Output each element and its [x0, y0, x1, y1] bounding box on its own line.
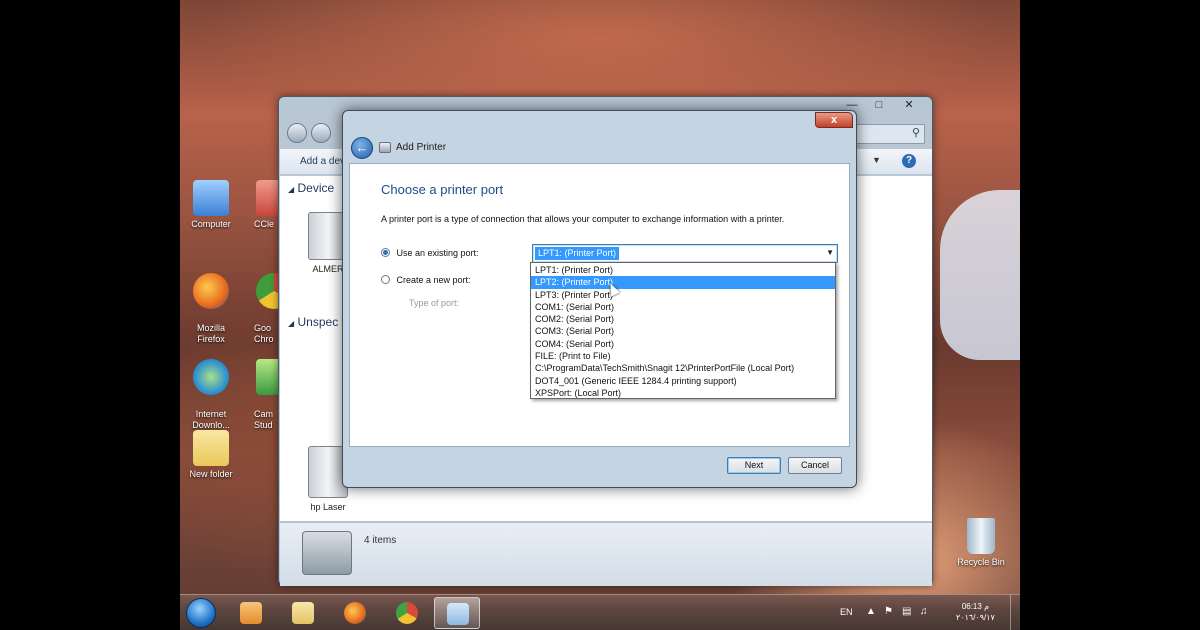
- chrome-icon: [396, 602, 418, 624]
- dialog-footer: Next Cancel: [349, 447, 850, 483]
- volume-icon[interactable]: ♫: [920, 606, 928, 617]
- desktop-icon-label: New folder: [189, 469, 233, 479]
- desktop-icon-internet-download-manager[interactable]: Internet Downlo...: [180, 348, 246, 431]
- internet-download-manager-icon: [193, 359, 229, 395]
- desktop-icon-label: Internet Downlo...: [192, 409, 230, 430]
- view-options-chevron-down-icon[interactable]: ▼: [872, 155, 881, 165]
- desktop-icon-new-folder[interactable]: New folder: [180, 430, 246, 480]
- desktop-icon-label: CCle: [254, 219, 275, 229]
- start-button[interactable]: [186, 598, 216, 628]
- dialog-title: Add Printer: [396, 142, 447, 153]
- device-label: ALMER: [312, 264, 344, 274]
- port-option[interactable]: LPT1: (Printer Port): [531, 264, 835, 276]
- devices-and-printers-icon: [447, 603, 469, 625]
- use-existing-port-option[interactable]: Use an existing port:: [381, 248, 479, 258]
- taskbar-button[interactable]: [332, 597, 378, 629]
- port-dropdown-list[interactable]: LPT1: (Printer Port) LPT2: (Printer Port)…: [530, 262, 836, 399]
- type-of-port-label: Type of port:: [409, 298, 460, 308]
- back-arrow-icon[interactable]: ←: [351, 137, 373, 159]
- desktop-icon-label: Recycle Bin: [957, 557, 1005, 567]
- recycle-bin-icon: [967, 518, 995, 554]
- close-button[interactable]: ✕: [899, 97, 919, 113]
- action-center-flag-icon[interactable]: ⚑: [884, 606, 893, 617]
- page-title: Choose a printer port: [381, 182, 504, 197]
- cancel-button[interactable]: Cancel: [788, 457, 842, 474]
- firefox-icon: [344, 602, 366, 624]
- devices-and-printers-icon: [302, 531, 352, 575]
- show-hidden-icons-chevron-up-icon[interactable]: ▲: [866, 606, 876, 617]
- wallpaper-sky: [940, 190, 1020, 360]
- next-button[interactable]: Next: [727, 457, 781, 474]
- show-desktop-button[interactable]: [1010, 595, 1020, 630]
- taskbar-button[interactable]: [280, 597, 326, 629]
- desktop-icon-recycle-bin[interactable]: Recycle Bin: [946, 518, 1016, 568]
- clock[interactable]: 06:13 م ٢٠١٦/٠٩/١٧: [956, 601, 995, 623]
- section-header-label: Device: [297, 181, 335, 195]
- details-pane: [855, 181, 915, 421]
- taskbar: EN ▲ ⚑ ▤ ♫ 06:13 م ٢٠١٦/٠٩/١٧: [180, 594, 1020, 630]
- printer-icon: [379, 142, 391, 153]
- section-header-label: Unspec: [297, 315, 339, 329]
- firefox-icon: [193, 273, 229, 309]
- page-description: A printer port is a type of connection t…: [381, 214, 785, 224]
- port-option[interactable]: LPT2: (Printer Port): [531, 276, 835, 289]
- taskbar-button-devices-and-printers[interactable]: [434, 597, 480, 629]
- collapse-triangle-icon: ◢: [288, 185, 295, 194]
- dialog-header: ← Add Printer: [349, 133, 850, 163]
- desktop-icon-label: Goo Chro: [254, 323, 274, 344]
- back-button[interactable]: [287, 123, 307, 143]
- section-header-unspecified[interactable]: ◢ Unspec: [288, 315, 338, 329]
- forward-button[interactable]: [311, 123, 331, 143]
- port-option[interactable]: COM3: (Serial Port): [531, 325, 835, 337]
- clock-time: 06:13 م: [961, 602, 990, 611]
- port-option[interactable]: FILE: (Print to File): [531, 350, 835, 362]
- desktop-icon-label: Cam Stud: [254, 409, 274, 430]
- help-icon[interactable]: ?: [902, 154, 916, 168]
- desktop-icon-computer[interactable]: Computer: [180, 180, 246, 230]
- close-button[interactable]: x: [815, 112, 853, 128]
- details-bar: 4 items: [280, 522, 932, 586]
- windows-media-player-icon: [240, 602, 262, 624]
- clock-date: ٢٠١٦/٠٩/١٧: [956, 613, 995, 622]
- port-option[interactable]: LPT3: (Printer Port): [531, 289, 835, 301]
- use-existing-port-label: Use an existing port:: [396, 248, 479, 258]
- create-new-port-radio[interactable]: [381, 275, 390, 284]
- collapse-triangle-icon: ◢: [288, 319, 295, 328]
- network-icon[interactable]: ▤: [902, 606, 911, 617]
- taskbar-button[interactable]: [384, 597, 430, 629]
- maximize-button[interactable]: □: [869, 97, 889, 113]
- item-count: 4 items: [364, 535, 397, 546]
- port-option[interactable]: COM4: (Serial Port): [531, 338, 835, 350]
- section-header-devices[interactable]: ◢ Device: [288, 181, 334, 195]
- desktop-icon-label: Computer: [191, 219, 231, 229]
- chevron-down-icon[interactable]: ▼: [826, 248, 834, 257]
- create-new-port-label: Create a new port:: [396, 275, 471, 285]
- port-option[interactable]: XPSPort: (Local Port): [531, 387, 835, 399]
- use-existing-port-radio[interactable]: [381, 248, 390, 257]
- language-indicator[interactable]: EN: [840, 607, 853, 617]
- taskbar-button[interactable]: [228, 597, 274, 629]
- search-icon: ⚲: [911, 127, 920, 139]
- port-option[interactable]: COM2: (Serial Port): [531, 313, 835, 325]
- folder-icon: [193, 430, 229, 466]
- desktop-icon-firefox[interactable]: Mozilla Firefox: [180, 262, 246, 345]
- desktop-icon-label: Mozilla Firefox: [196, 323, 225, 344]
- existing-port-select[interactable]: LPT1: (Printer Port) ▼: [532, 244, 838, 263]
- system-tray: EN ▲ ⚑ ▤ ♫ 06:13 م ٢٠١٦/٠٩/١٧: [832, 595, 1020, 630]
- port-option[interactable]: COM1: (Serial Port): [531, 301, 835, 313]
- device-label: hp Laser: [310, 502, 346, 512]
- selected-port-value: LPT1: (Printer Port): [535, 247, 620, 260]
- port-option[interactable]: C:\ProgramData\TechSmith\Snagit 12\Print…: [531, 362, 835, 374]
- computer-icon: [193, 180, 229, 216]
- create-new-port-option[interactable]: Create a new port:: [381, 275, 471, 285]
- port-option[interactable]: DOT4_001 (Generic IEEE 1284.4 printing s…: [531, 375, 835, 387]
- file-explorer-icon: [292, 602, 314, 624]
- add-device-button[interactable]: Add a dev: [300, 156, 345, 167]
